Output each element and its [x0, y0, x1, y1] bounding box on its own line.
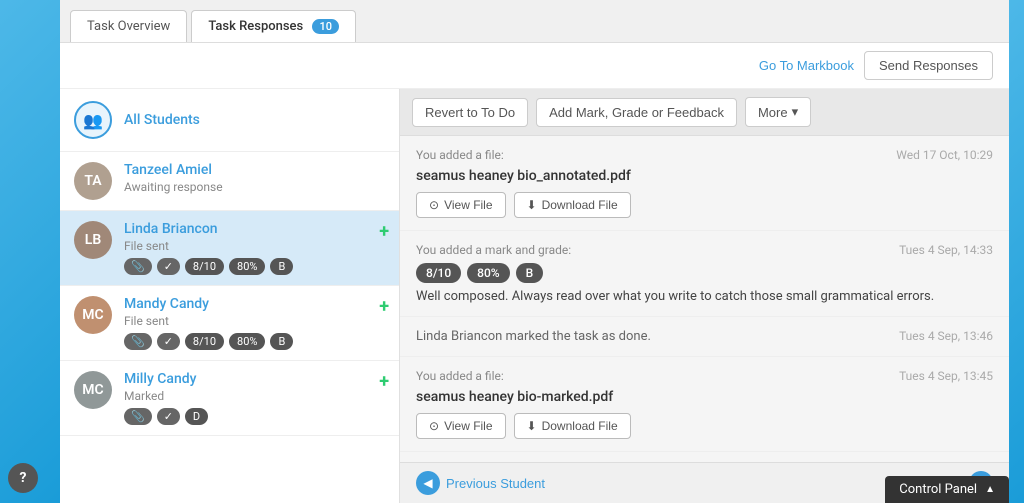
- feed-buttons: ⊙ View File ⬇ Download File: [416, 192, 993, 218]
- feed-meta: You added a file:: [416, 369, 504, 383]
- student-badges: 📎 ✓ D: [124, 408, 385, 425]
- go-to-markbook-button[interactable]: Go To Markbook: [759, 58, 854, 73]
- add-mark-grade-feedback-button[interactable]: Add Mark, Grade or Feedback: [536, 98, 737, 127]
- all-students-row[interactable]: 👥 All Students: [60, 89, 399, 152]
- feed-filename: seamus heaney bio_annotated.pdf: [416, 168, 993, 184]
- notification-text: Linda Briancon marked the task as done.: [416, 329, 651, 344]
- avatar: TA: [74, 162, 112, 200]
- student-name: Milly Candy: [124, 371, 385, 387]
- feed-notification: Linda Briancon added a file: Tues...: [400, 452, 1009, 462]
- download-icon: ⬇: [527, 198, 537, 212]
- tab-badge: 10: [312, 19, 339, 34]
- plus-icon: +: [379, 221, 389, 242]
- badge-percent: 80%: [229, 333, 265, 350]
- eye-icon: ⊙: [429, 419, 439, 433]
- all-students-icon: 👥: [74, 101, 112, 139]
- feed-buttons: ⊙ View File ⬇ Download File: [416, 413, 993, 439]
- student-row[interactable]: TA Tanzeel Amiel Awaiting response: [60, 152, 399, 211]
- feed-timestamp: Tues 4 Sep, 13:45: [899, 369, 993, 383]
- send-responses-button[interactable]: Send Responses: [864, 51, 993, 80]
- badge-check: ✓: [157, 258, 180, 275]
- right-column: Revert to To Do Add Mark, Grade or Feedb…: [400, 89, 1009, 503]
- view-file-button[interactable]: ⊙ View File: [416, 192, 506, 218]
- badge-check: ✓: [157, 408, 180, 425]
- badge-grade: B: [270, 333, 293, 350]
- feed: You added a file: Wed 17 Oct, 10:29 seam…: [400, 136, 1009, 462]
- student-name: Mandy Candy: [124, 296, 385, 312]
- student-row[interactable]: MC Milly Candy Marked 📎 ✓ D +: [60, 361, 399, 436]
- top-action-bar: Go To Markbook Send Responses: [60, 43, 1009, 89]
- download-file-button[interactable]: ⬇ Download File: [514, 413, 631, 439]
- left-sidebar: 👥 All Students TA Tanzeel Amiel Awaiting…: [60, 89, 400, 503]
- feed-item: You added a file: Wed 17 Oct, 10:29 seam…: [400, 136, 1009, 231]
- badge-percent: 80%: [467, 263, 509, 283]
- feed-timestamp: Wed 17 Oct, 10:29: [896, 148, 993, 162]
- student-row[interactable]: MC Mandy Candy File sent 📎 ✓ 8/10 80% B …: [60, 286, 399, 361]
- badge-attachment: 📎: [124, 258, 152, 275]
- plus-icon: +: [379, 296, 389, 317]
- student-status: Marked: [124, 389, 385, 403]
- badge-grade: D: [185, 408, 208, 425]
- control-panel-label: Control Panel: [899, 482, 977, 497]
- badge-attachment: 📎: [124, 408, 152, 425]
- download-file-button[interactable]: ⬇ Download File: [514, 192, 631, 218]
- student-name: Tanzeel Amiel: [124, 162, 385, 178]
- content-area: 👥 All Students TA Tanzeel Amiel Awaiting…: [60, 89, 1009, 503]
- student-badges: 📎 ✓ 8/10 80% B: [124, 258, 385, 275]
- badge-score: 8/10: [416, 263, 461, 283]
- badge-percent: 80%: [229, 258, 265, 275]
- help-button[interactable]: ?: [8, 463, 38, 493]
- avatar: MC: [74, 371, 112, 409]
- student-status: File sent: [124, 239, 385, 253]
- student-status: File sent: [124, 314, 385, 328]
- download-icon: ⬇: [527, 419, 537, 433]
- control-panel-button[interactable]: Control Panel ▲: [885, 476, 1009, 503]
- feed-item: You added a file: Tues 4 Sep, 13:45 seam…: [400, 357, 1009, 452]
- badge-grade: B: [270, 258, 293, 275]
- avatar: LB: [74, 221, 112, 259]
- revert-to-todo-button[interactable]: Revert to To Do: [412, 98, 528, 127]
- more-button[interactable]: More ▾: [745, 97, 811, 127]
- previous-student-button[interactable]: ◀ Previous Student: [416, 471, 545, 495]
- feed-meta: You added a mark and grade:: [416, 243, 571, 257]
- student-badges: 📎 ✓ 8/10 80% B: [124, 333, 385, 350]
- feed-notification: Linda Briancon marked the task as done. …: [400, 317, 1009, 357]
- feed-filename: seamus heaney bio-marked.pdf: [416, 389, 993, 405]
- view-file-button[interactable]: ⊙ View File: [416, 413, 506, 439]
- chevron-up-icon: ▲: [985, 484, 995, 495]
- eye-icon: ⊙: [429, 198, 439, 212]
- all-students-label: All Students: [124, 112, 200, 128]
- panel-actions: Revert to To Do Add Mark, Grade or Feedb…: [400, 89, 1009, 136]
- avatar: MC: [74, 296, 112, 334]
- badge-score: 8/10: [185, 333, 224, 350]
- student-row[interactable]: LB Linda Briancon File sent 📎 ✓ 8/10 80%…: [60, 211, 399, 286]
- plus-icon: +: [379, 371, 389, 392]
- feed-timestamp: Tues 4 Sep, 13:46: [899, 329, 993, 344]
- feed-timestamp: Tues 4 Sep, 14:33: [899, 243, 993, 257]
- tabs-bar: Task Overview Task Responses 10: [60, 0, 1009, 43]
- badge-check: ✓: [157, 333, 180, 350]
- badge-grade: B: [516, 263, 544, 283]
- feed-meta: You added a file:: [416, 148, 504, 162]
- tab-task-overview[interactable]: Task Overview: [70, 10, 187, 42]
- chevron-down-icon: ▾: [792, 104, 799, 120]
- tab-task-responses[interactable]: Task Responses 10: [191, 10, 356, 42]
- feed-item: You added a mark and grade: Tues 4 Sep, …: [400, 231, 1009, 317]
- previous-arrow-icon: ◀: [416, 471, 440, 495]
- feed-comment: Well composed. Always read over what you…: [416, 289, 993, 304]
- mark-badges: 8/10 80% B: [416, 263, 993, 283]
- student-status: Awaiting response: [124, 180, 385, 194]
- badge-attachment: 📎: [124, 333, 152, 350]
- badge-score: 8/10: [185, 258, 224, 275]
- student-name: Linda Briancon: [124, 221, 385, 237]
